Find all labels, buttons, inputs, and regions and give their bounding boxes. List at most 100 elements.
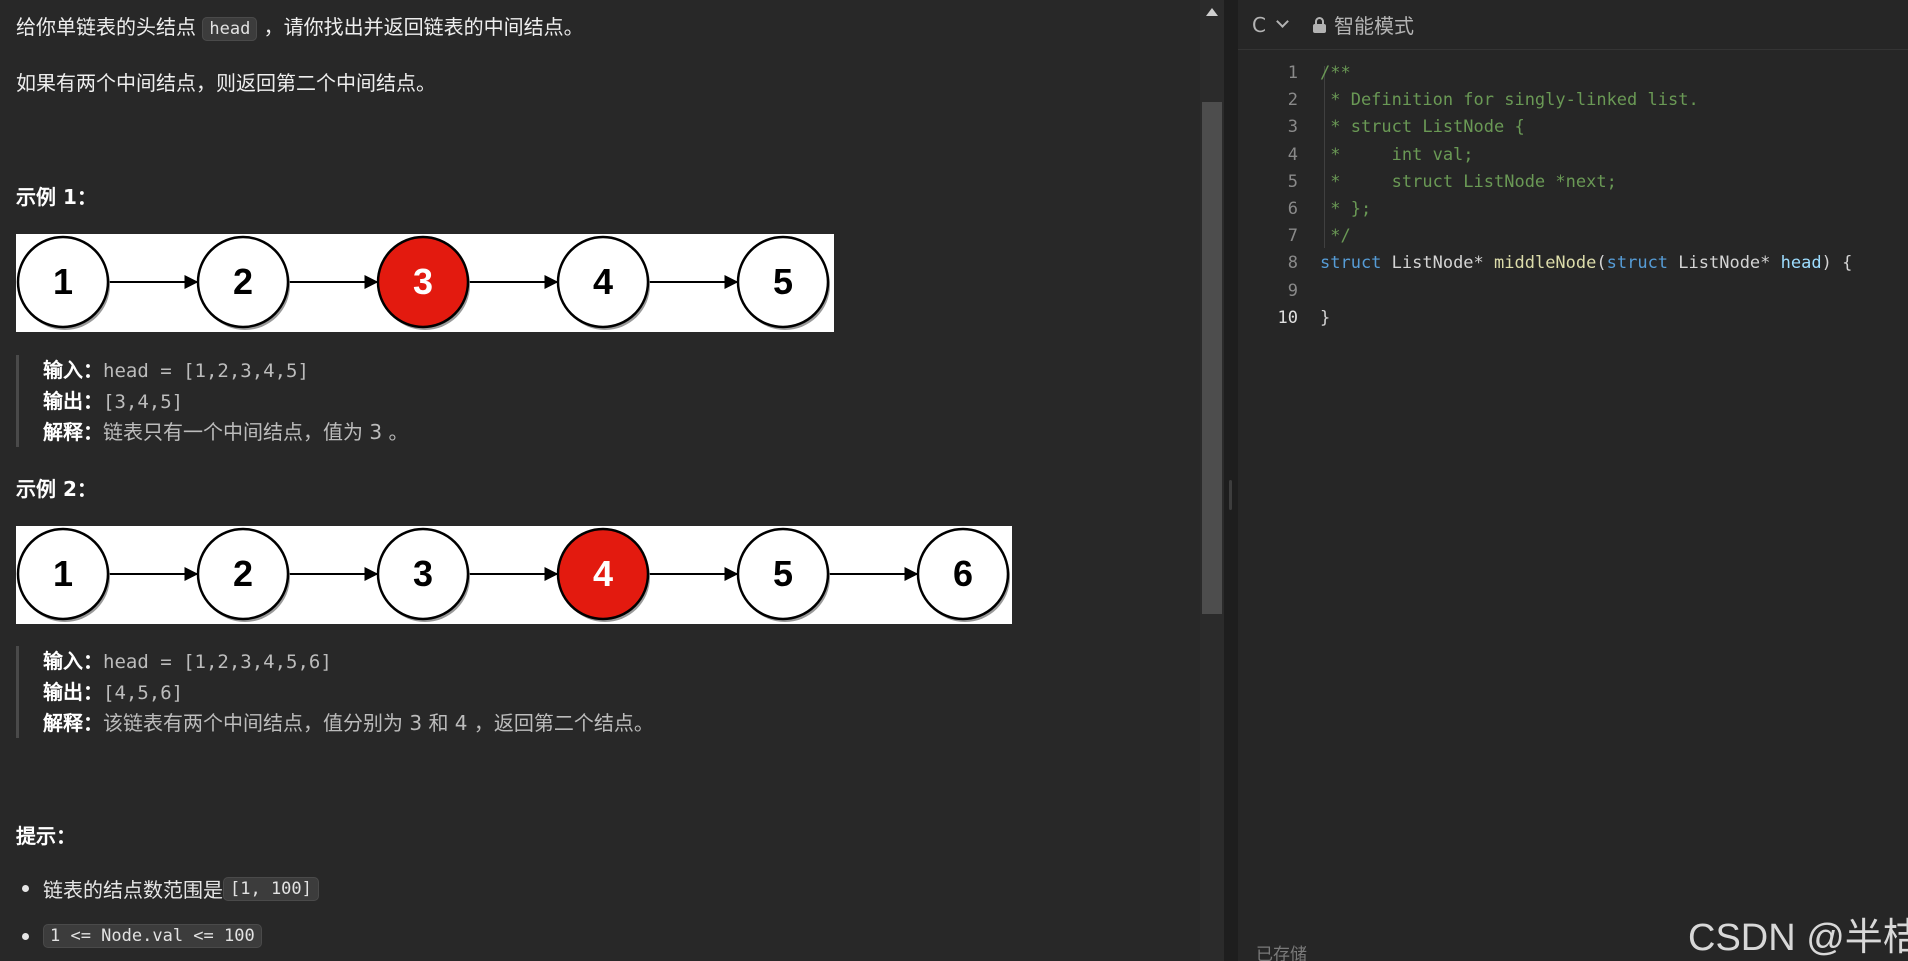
line-number: 7: [1287, 226, 1298, 247]
explain-value: 链表只有一个中间结点，值为 3 。: [103, 420, 409, 444]
bullet-dot: [22, 885, 29, 892]
problem-intro: 给你单链表的头结点 head ，请你找出并返回链表的中间结点。: [16, 12, 584, 44]
line-number: 3: [1287, 117, 1298, 138]
code-editor-panel: C 智能模式 1 /** 2 * Definition for singly-li…: [1238, 0, 1908, 961]
save-status: 已存储: [1256, 945, 1307, 961]
node-value-label: 5: [773, 553, 793, 594]
function-name: middleNode: [1494, 253, 1597, 274]
keyword-struct: struct: [1320, 253, 1382, 274]
output-label: 输出：: [43, 389, 103, 413]
line-number-active: 10: [1277, 307, 1298, 328]
constraint-code: [1, 100]: [223, 876, 319, 901]
example-1-output: 输出：[3,4,5]: [43, 386, 408, 417]
example-1-title: 示例 1：: [16, 185, 97, 209]
language-label: C: [1252, 12, 1266, 37]
scroll-up-arrow-icon[interactable]: [1206, 8, 1218, 16]
node-value-label: 3: [413, 553, 433, 594]
node-value-label: 1: [53, 553, 73, 594]
param-name: head: [1780, 253, 1822, 274]
code-text: }: [1320, 307, 1331, 328]
explain-label: 解释：: [43, 420, 103, 444]
constraint-item: 链表的结点数范围是 [1, 100]: [16, 874, 319, 903]
constraint-item: 1 <= Node.val <= 100: [16, 924, 262, 948]
input-value: head = [1,2,3,4,5,6]: [103, 651, 332, 673]
code-line[interactable]: 5 * struct ListNode *next;: [1238, 169, 1908, 196]
node-value-label: 2: [233, 553, 253, 594]
example-2-diagram: 1 2 3 4 5 6: [16, 526, 1012, 624]
code-line[interactable]: 7 */: [1238, 223, 1908, 250]
code-comment: * struct ListNode *next;: [1320, 171, 1617, 192]
description-scrollbar[interactable]: [1200, 0, 1224, 961]
drag-handle-icon[interactable]: [1229, 480, 1232, 510]
bullet-dot: [22, 932, 29, 940]
line-number: 9: [1287, 280, 1298, 301]
line-number: 2: [1287, 90, 1298, 111]
output-label: 输出：: [43, 680, 103, 704]
code-line[interactable]: 8 struct ListNode* middleNode(struct List…: [1238, 250, 1908, 277]
constraint-code: 1 <= Node.val <= 100: [43, 924, 262, 948]
node-value-label: 6: [953, 553, 973, 594]
lock-icon: [1312, 16, 1326, 33]
code-comment: * Definition for singly-linked list.: [1320, 90, 1699, 111]
node-value-label: 3: [413, 261, 433, 302]
problem-rule: 如果有两个中间结点，则返回第二个中间结点。: [16, 71, 436, 95]
code-line[interactable]: 6 * };: [1238, 196, 1908, 223]
intro-text-before: 给你单链表的头结点: [16, 15, 203, 39]
type-text: ListNode*: [1381, 253, 1495, 274]
intro-inline-code: head: [202, 17, 258, 41]
example-2-title: 示例 2：: [16, 477, 97, 501]
example-2-input: 输入：head = [1,2,3,4,5,6]: [43, 646, 654, 677]
editor-mode[interactable]: 智能模式: [1312, 10, 1414, 39]
code-comment: * struct ListNode {: [1320, 117, 1525, 138]
language-selector[interactable]: C: [1252, 12, 1289, 37]
panel-resize-divider[interactable]: [1224, 0, 1238, 961]
code-comment: * int val;: [1320, 144, 1474, 165]
node-value-label: 5: [773, 261, 793, 302]
code-line[interactable]: 2 * Definition for singly-linked list.: [1238, 87, 1908, 114]
node-value-label: 1: [53, 261, 73, 302]
line-number: 5: [1287, 171, 1298, 192]
input-label: 输入：: [43, 649, 103, 673]
scrollbar-thumb[interactable]: [1202, 102, 1222, 614]
example-2-output: 输出：[4,5,6]: [43, 677, 654, 708]
example-2-explanation: 解释：该链表有两个中间结点，值分别为 3 和 4 ，返回第二个结点。: [43, 708, 654, 738]
constraints-title: 提示：: [16, 824, 76, 848]
node-value-label: 2: [233, 261, 253, 302]
chevron-down-icon: [1276, 15, 1289, 28]
example-1-linked-list-svg: 1 2 3 4 5: [16, 235, 830, 330]
node-value-label: 4: [593, 261, 613, 302]
paren-open: (: [1596, 253, 1607, 274]
code-line[interactable]: 3 * struct ListNode {: [1238, 114, 1908, 141]
explain-value: 该链表有两个中间结点，值分别为 3 和 4 ，返回第二个结点。: [103, 711, 654, 735]
problem-description-panel: 给你单链表的头结点 head ，请你找出并返回链表的中间结点。 如果有两个中间结…: [0, 0, 1200, 961]
constraint-text: 链表的结点数范围是: [43, 878, 223, 902]
type-text: ListNode*: [1668, 253, 1781, 274]
code-signature: struct ListNode* middleNode(struct ListN…: [1320, 250, 1852, 277]
example-1-input: 输入：head = [1,2,3,4,5]: [43, 355, 408, 386]
line-number: 6: [1287, 198, 1298, 219]
intro-text-after: ，请你找出并返回链表的中间结点。: [257, 15, 584, 39]
explain-label: 解释：: [43, 711, 103, 735]
output-value: [4,5,6]: [103, 682, 184, 704]
line-number: 8: [1287, 253, 1298, 274]
code-line[interactable]: 9: [1238, 278, 1908, 305]
code-comment: /**: [1320, 63, 1351, 83]
line-number: 4: [1287, 144, 1298, 165]
input-label: 输入：: [43, 358, 103, 382]
example-1-diagram: 1 2 3 4 5: [16, 234, 834, 332]
example-1-io-block: 输入：head = [1,2,3,4,5] 输出：[3,4,5] 解释：链表只有…: [16, 355, 408, 447]
mode-label: 智能模式: [1333, 14, 1414, 38]
code-line[interactable]: 10}: [1238, 305, 1908, 332]
line-number: 1: [1287, 63, 1298, 83]
code-line[interactable]: 4 * int val;: [1238, 142, 1908, 169]
node-value-label: 4: [593, 553, 613, 594]
output-value: [3,4,5]: [103, 391, 184, 413]
code-area[interactable]: 1 /** 2 * Definition for singly-linked li…: [1238, 60, 1908, 332]
example-2-linked-list-svg: 1 2 3 4 5 6: [16, 527, 1010, 622]
keyword-struct: struct: [1606, 253, 1669, 274]
watermark: CSDN @半桔: [1688, 917, 1908, 959]
paren-close-brace: ) {: [1821, 253, 1853, 274]
code-line[interactable]: 1 /**: [1238, 60, 1908, 87]
input-value: head = [1,2,3,4,5]: [103, 360, 309, 382]
example-2-io-block: 输入：head = [1,2,3,4,5,6] 输出：[4,5,6] 解释：该链…: [16, 646, 654, 738]
